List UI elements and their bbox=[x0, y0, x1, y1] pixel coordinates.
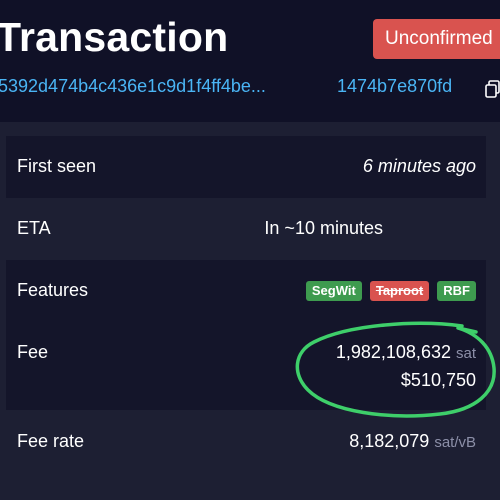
fee-label: Fee bbox=[17, 342, 49, 362]
tag-segwit: SegWit bbox=[305, 281, 362, 301]
fee-rate-amount: 8,182,079 bbox=[349, 431, 430, 451]
first-seen-label: First seen bbox=[17, 156, 97, 176]
tag-taproot: Taproot bbox=[369, 281, 430, 301]
txid-link-end[interactable]: 1474b7e870fd bbox=[337, 76, 452, 97]
first-seen-row: First seen 6 minutes ago bbox=[6, 136, 486, 198]
features-tags: SegWit Taproot RBF bbox=[303, 279, 476, 301]
status-badge: Unconfirmed bbox=[373, 19, 500, 59]
details-card: First seen 6 minutes ago ETA In ~10 minu… bbox=[0, 122, 500, 500]
fee-rate-value: 8,182,079 sat/vB bbox=[349, 431, 476, 452]
hand-drawn-circle-annotation bbox=[295, 321, 496, 418]
tag-rbf: RBF bbox=[437, 281, 476, 301]
eta-row: ETA In ~10 minutes bbox=[6, 198, 486, 260]
features-label: Features bbox=[17, 280, 89, 300]
txid-row: 5392d474b4c436e1c9d1f4ff4be... 1474b7e87… bbox=[0, 76, 500, 102]
txid-link[interactable]: 5392d474b4c436e1c9d1f4ff4be... bbox=[0, 76, 266, 97]
fee-rate-label: Fee rate bbox=[17, 431, 85, 451]
first-seen-value: 6 minutes ago bbox=[362, 156, 476, 176]
eta-value: In ~10 minutes bbox=[264, 218, 383, 238]
transaction-page: Transaction Unconfirmed 5392d474b4c436e1… bbox=[0, 0, 500, 500]
copy-icon[interactable] bbox=[485, 80, 500, 98]
fee-rate-unit: sat/vB bbox=[434, 434, 476, 451]
eta-label: ETA bbox=[17, 218, 51, 238]
page-title: Transaction bbox=[0, 14, 229, 60]
